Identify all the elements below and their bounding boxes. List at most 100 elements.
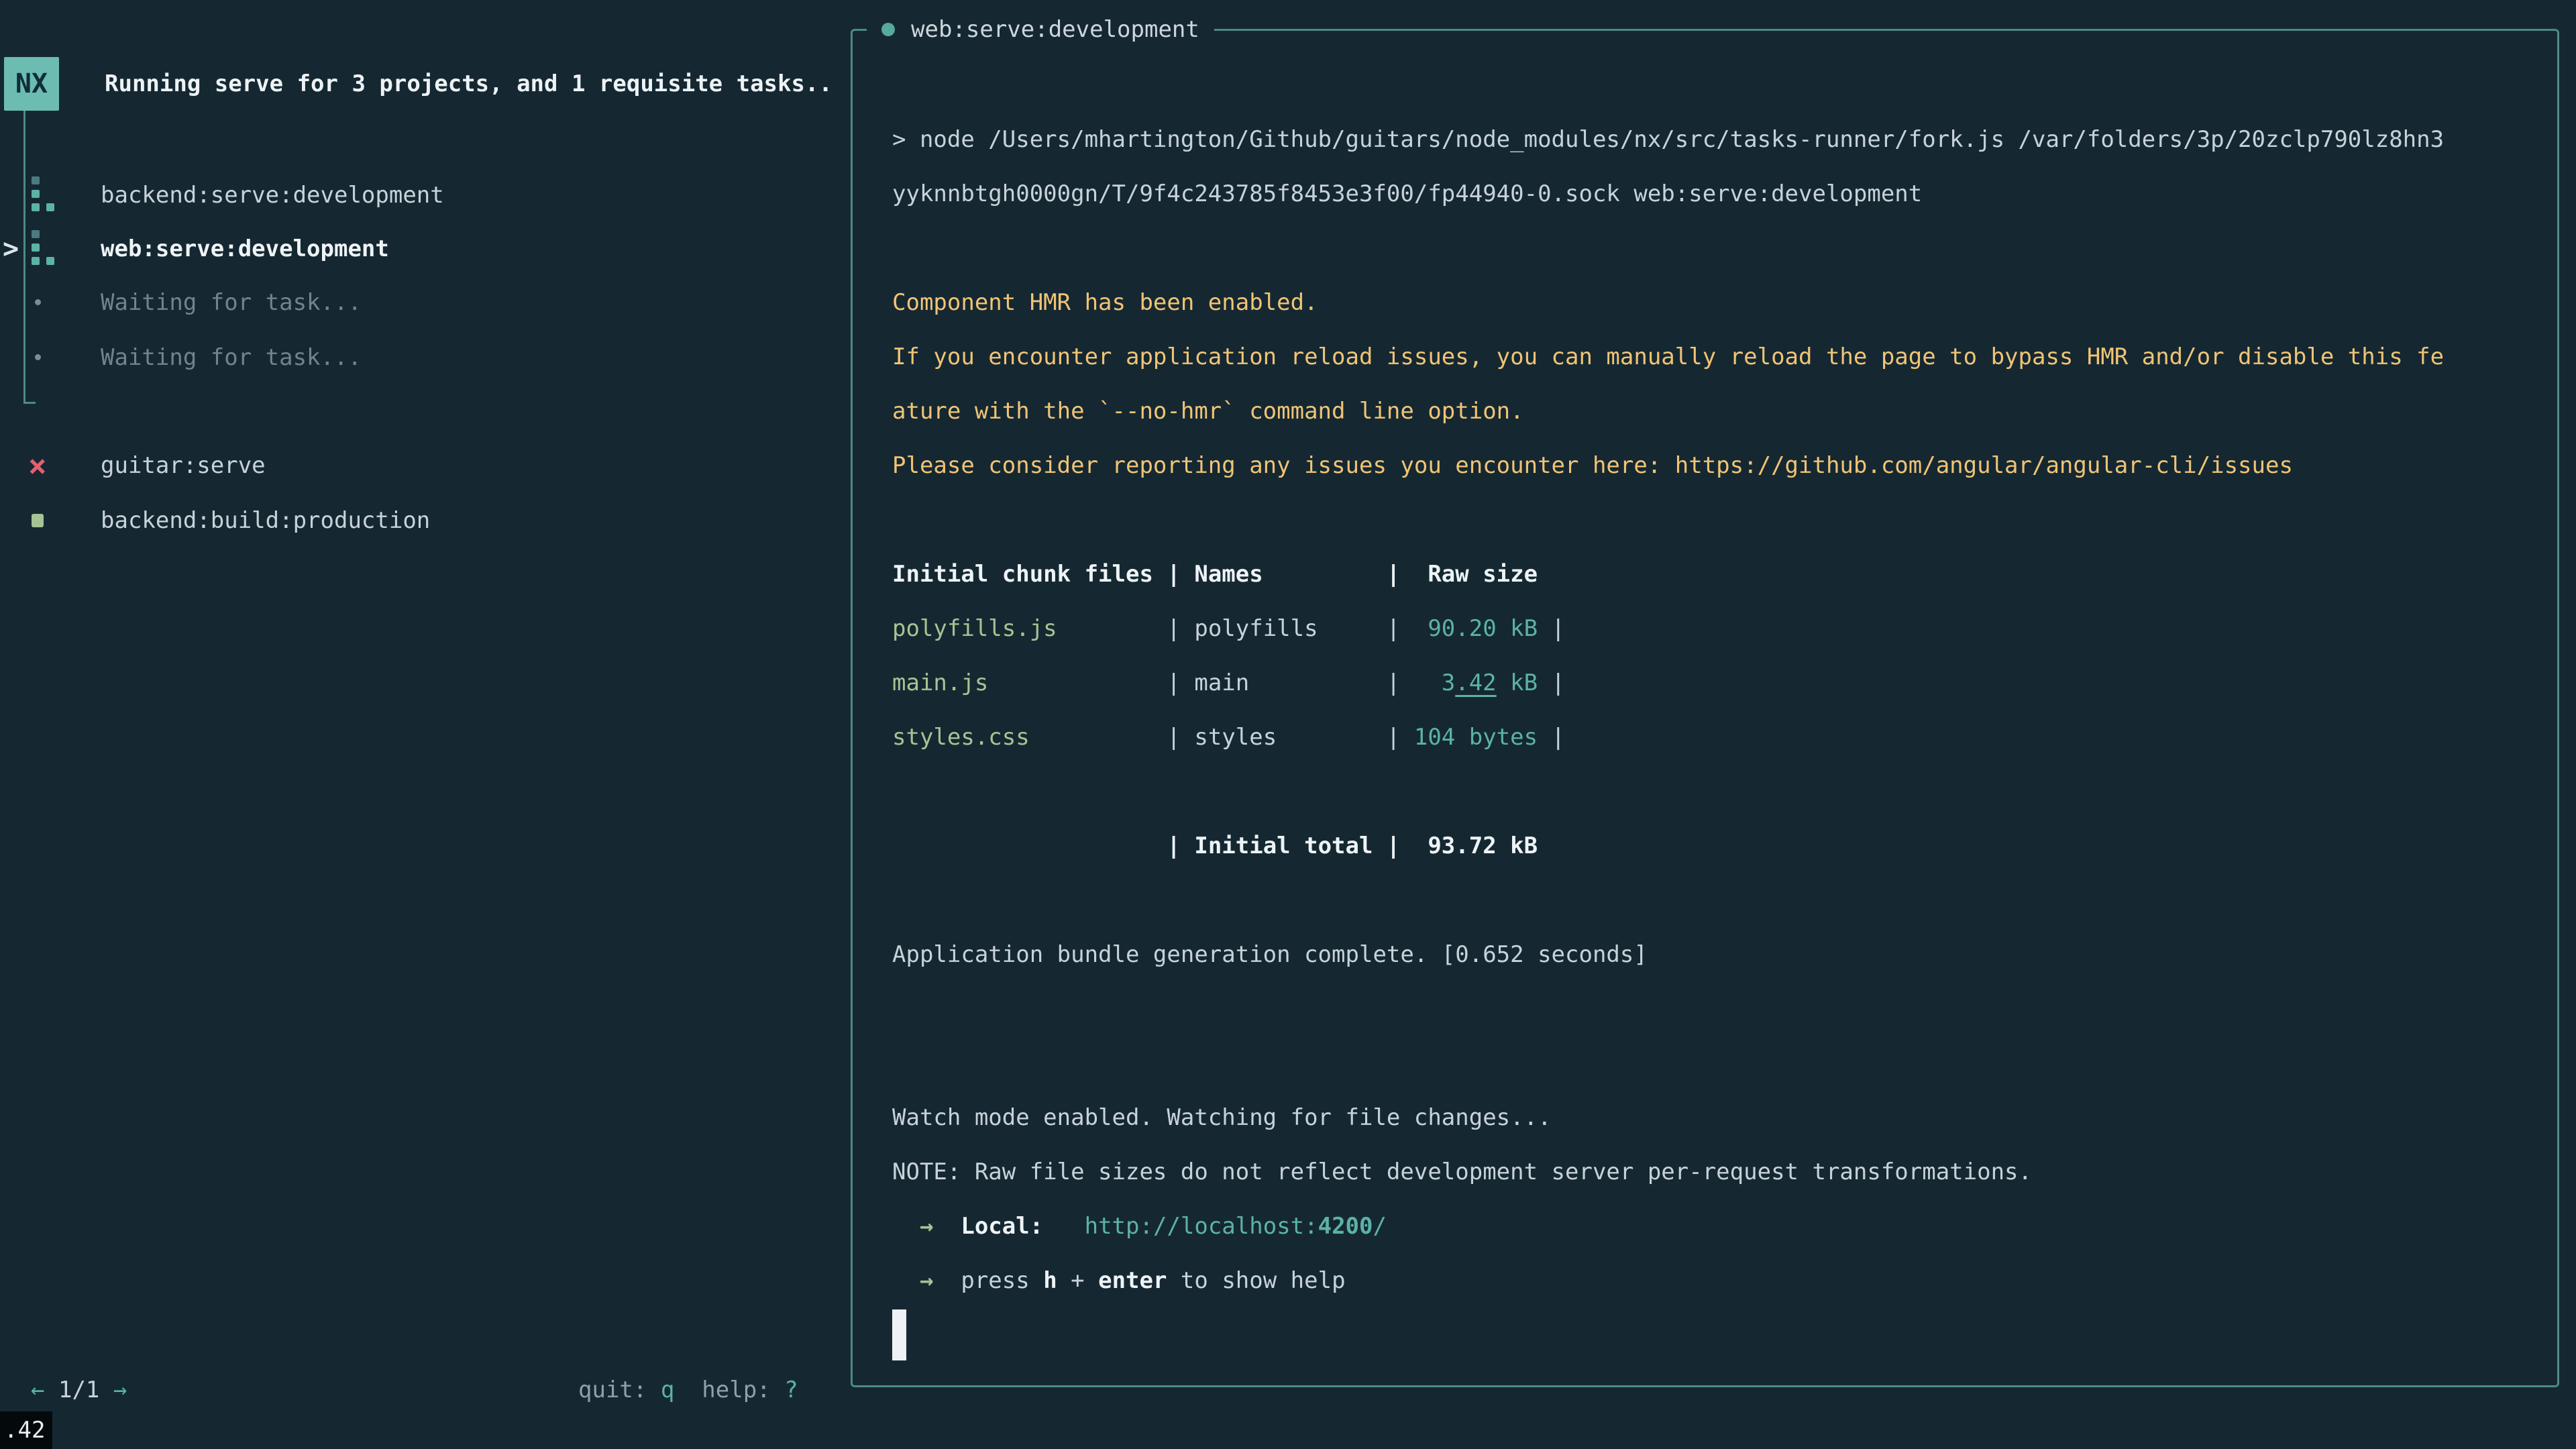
nx-logo: NX xyxy=(4,57,59,111)
task-row-backend-serve[interactable]: backend:serve:development xyxy=(0,168,845,222)
hint-text: to show help xyxy=(1167,1267,1345,1294)
pipe: | xyxy=(1167,615,1180,642)
note-line: NOTE: Raw file sizes do not reflect deve… xyxy=(892,1145,2516,1199)
keyboard-hints: quit: q help: ? xyxy=(578,1363,798,1417)
task-label: guitar:serve xyxy=(101,452,266,479)
chunk-size-unit: kB xyxy=(1497,669,1538,696)
chunk-table-header: Initial chunk files|Names|Raw size xyxy=(892,547,2516,602)
chunk-table-row: polyfills.js|polyfills|90.20 kB| xyxy=(892,602,2516,656)
pager-control: ← 1/1 → xyxy=(31,1363,127,1417)
bundle-complete-line: Application bundle generation complete. … xyxy=(892,928,2516,982)
watch-mode-line: Watch mode enabled. Watching for file ch… xyxy=(892,1091,2516,1145)
help-label: help: xyxy=(702,1377,770,1403)
blank-line xyxy=(892,221,2516,276)
pager-count: 1/1 xyxy=(58,1377,99,1403)
chunk-file: polyfills.js xyxy=(892,602,1167,656)
hmr-warning-line: ature with the `--no-hmr` command line o… xyxy=(892,384,2516,439)
local-url[interactable]: http://localhost:4200/ xyxy=(1085,1213,1387,1240)
task-row-waiting-1[interactable]: Waiting for task... xyxy=(0,275,845,329)
hint-key-enter: enter xyxy=(1098,1267,1167,1294)
total-label: Initial total xyxy=(1181,819,1387,873)
task-output-log: > node /Users/mhartington/Github/guitars… xyxy=(892,113,2516,1362)
task-row-backend-build[interactable]: backend:build:production xyxy=(0,493,845,547)
failed-x-icon: × xyxy=(28,450,47,481)
pipe: | xyxy=(1387,833,1400,859)
local-label: Local: xyxy=(961,1213,1043,1240)
task-label: Waiting for task... xyxy=(101,344,362,371)
cmd-line-2: yyknnbtgh0000gn/T/9f4c243785f8453e3f00/f… xyxy=(892,167,2516,221)
pipe: | xyxy=(1552,669,1565,696)
quit-label: quit: xyxy=(578,1377,647,1403)
task-row-guitar-serve[interactable]: × guitar:serve xyxy=(0,438,845,492)
success-square-icon xyxy=(32,514,44,527)
waiting-dot-icon xyxy=(35,354,41,360)
chunk-table-total-row: |Initial total|93.72 kB xyxy=(892,819,2516,873)
hint-key-h: h xyxy=(1043,1267,1057,1294)
chunk-file: main.js xyxy=(892,656,1167,710)
help-key[interactable]: ? xyxy=(784,1377,798,1403)
pipe: | xyxy=(1167,669,1180,696)
render-artifact-text: .42 xyxy=(0,1411,52,1449)
help-hint-line: →press h + enter to show help xyxy=(892,1254,2516,1308)
col-header-files: Initial chunk files xyxy=(892,547,1167,602)
hint-spacer xyxy=(771,1377,784,1403)
run-summary-title: Running serve for 3 projects, and 1 requ… xyxy=(105,57,833,111)
chunk-size: 90.20 kB xyxy=(1400,602,1551,656)
url-slash: / xyxy=(1373,1213,1386,1240)
spinner-icon xyxy=(32,176,58,214)
selection-caret-icon: > xyxy=(3,233,19,264)
pipe: | xyxy=(1167,561,1180,588)
blank-line xyxy=(892,765,2516,819)
pipe: | xyxy=(1387,615,1400,642)
hint-spacer xyxy=(674,1377,702,1403)
task-group-bracket-foot xyxy=(23,402,36,404)
quit-key[interactable]: q xyxy=(661,1377,674,1403)
task-label: backend:build:production xyxy=(101,507,430,534)
pipe: | xyxy=(1552,724,1565,751)
pipe: | xyxy=(1167,724,1180,751)
pipe: | xyxy=(1552,615,1565,642)
pager-position xyxy=(44,1377,58,1403)
pipe: | xyxy=(1387,561,1400,588)
total-size: 93.72 kB xyxy=(1400,819,1551,873)
task-label: web:serve:development xyxy=(101,235,389,262)
spinner-icon xyxy=(32,230,58,268)
panel-title-text: web:serve:development xyxy=(911,16,1199,43)
hint-spacer xyxy=(647,1377,660,1403)
cursor-line xyxy=(892,1308,2516,1362)
terminal-screen: NX Running serve for 3 projects, and 1 r… xyxy=(0,0,2576,1449)
col-header-size: Raw size xyxy=(1400,547,1551,602)
pager-left-arrow-icon[interactable]: ← xyxy=(31,1377,44,1403)
chunk-table-row: styles.css|styles|104 bytes| xyxy=(892,710,2516,765)
task-label: Waiting for task... xyxy=(101,289,362,316)
task-output-panel-title: web:serve:development xyxy=(867,9,1214,50)
task-row-web-serve[interactable]: > web:serve:development xyxy=(0,221,845,276)
hint-text: + xyxy=(1057,1267,1098,1294)
pager-spacer xyxy=(99,1377,113,1403)
chunk-size: 3.42 kB xyxy=(1400,656,1551,710)
task-row-waiting-2[interactable]: Waiting for task... xyxy=(0,330,845,384)
pipe: | xyxy=(1387,669,1400,696)
terminal-cursor[interactable] xyxy=(892,1309,906,1360)
chunk-name: styles xyxy=(1181,710,1387,765)
chunk-name: polyfills xyxy=(1181,602,1387,656)
local-server-line: → Local: http://localhost:4200/ xyxy=(892,1199,2516,1254)
waiting-dot-icon xyxy=(35,299,41,305)
chunk-table-row: main.js|main|3.42 kB| xyxy=(892,656,2516,710)
blank-line xyxy=(892,873,2516,928)
pipe: | xyxy=(1387,724,1400,751)
chunk-size-changed: .42 xyxy=(1455,669,1496,696)
running-dot-icon xyxy=(881,23,895,36)
blank-line xyxy=(892,493,2516,547)
task-label: backend:serve:development xyxy=(101,182,444,209)
url-port: 4200 xyxy=(1318,1213,1373,1240)
hmr-warning-line: If you encounter application reload issu… xyxy=(892,330,2516,384)
pipe: | xyxy=(1167,833,1180,859)
url-base: http://localhost: xyxy=(1085,1213,1318,1240)
pager-right-arrow-icon[interactable]: → xyxy=(113,1377,127,1403)
chunk-file: styles.css xyxy=(892,710,1167,765)
arrow-icon: → xyxy=(920,1213,933,1240)
arrow-icon: → xyxy=(920,1267,933,1294)
col-header-names: Names xyxy=(1181,547,1387,602)
blank-line xyxy=(892,982,2516,1036)
